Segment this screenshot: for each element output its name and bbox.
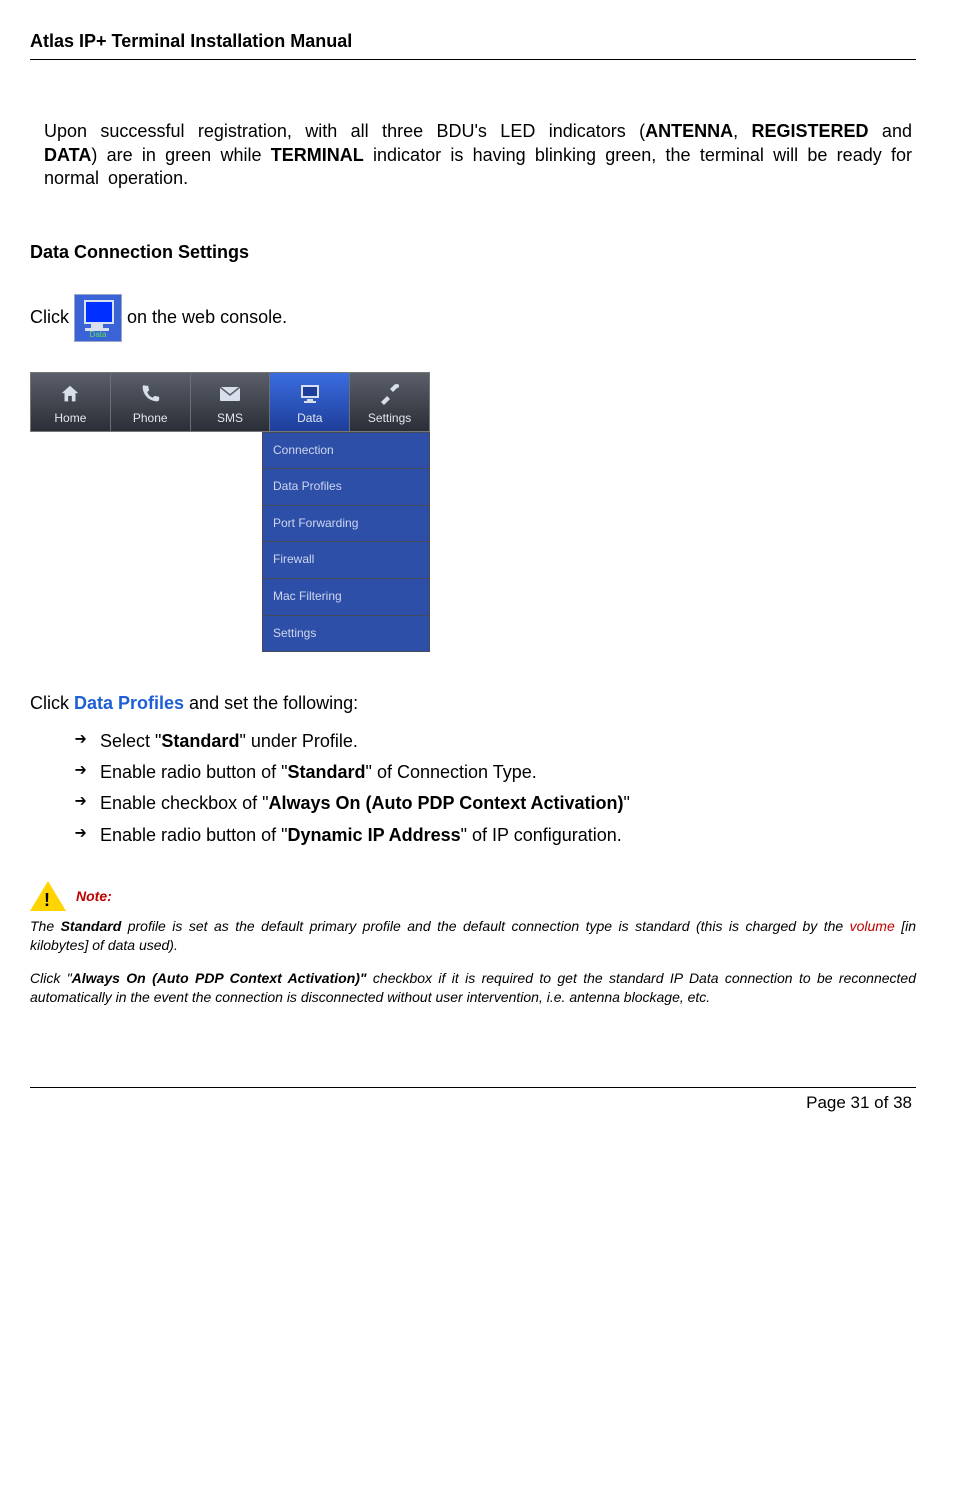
- dd-port-forwarding[interactable]: Port Forwarding: [262, 506, 430, 543]
- note-label: Note:: [76, 887, 112, 905]
- text: Upon successful registration, with all t…: [44, 121, 645, 141]
- section-heading: Data Connection Settings: [30, 241, 916, 264]
- header-rule: [30, 59, 916, 60]
- home-icon: [31, 379, 110, 409]
- dd-mac-filtering[interactable]: Mac Filtering: [262, 579, 430, 616]
- click-profiles-line: Click Data Profiles and set the followin…: [30, 692, 916, 715]
- data-dropdown: Connection Data Profiles Port Forwarding…: [262, 432, 430, 653]
- page-footer: Page 31 of 38: [30, 1092, 916, 1114]
- dd-firewall[interactable]: Firewall: [262, 542, 430, 579]
- warning-icon: [30, 881, 66, 911]
- text: Click ": [30, 970, 72, 986]
- nav-label: Data: [297, 411, 322, 425]
- bold: TERMINAL: [271, 145, 364, 165]
- text: Click: [30, 693, 74, 713]
- nav-label: Settings: [368, 411, 411, 425]
- data-profiles-link: Data Profiles: [74, 693, 184, 713]
- nav-label: Home: [54, 411, 86, 425]
- text: ": [624, 793, 630, 813]
- text: The: [30, 918, 61, 934]
- list-item: Select "Standard" under Profile.: [74, 726, 916, 757]
- dd-settings[interactable]: Settings: [262, 616, 430, 653]
- text: Enable checkbox of ": [100, 793, 269, 813]
- nav-phone[interactable]: Phone: [111, 373, 191, 431]
- web-console-screenshot: Home Phone SMS Data Settings: [30, 372, 430, 652]
- bold: REGISTERED: [752, 121, 869, 141]
- nav-data[interactable]: Data: [270, 373, 350, 431]
- text: " of Connection Type.: [366, 762, 537, 782]
- intro-paragraph: Upon successful registration, with all t…: [44, 120, 912, 190]
- nav-home[interactable]: Home: [31, 373, 111, 431]
- sms-icon: [191, 379, 270, 409]
- text: Enable radio button of ": [100, 825, 288, 845]
- nav-settings[interactable]: Settings: [350, 373, 429, 431]
- instruction-list: Select "Standard" under Profile. Enable …: [30, 726, 916, 852]
- text: Enable radio button of ": [100, 762, 288, 782]
- text: " under Profile.: [239, 731, 357, 751]
- list-item: Enable radio button of "Standard" of Con…: [74, 757, 916, 788]
- text: " of IP configuration.: [461, 825, 622, 845]
- text: on the web console.: [127, 307, 287, 327]
- data-icon: Data: [74, 294, 122, 342]
- nav-bar: Home Phone SMS Data Settings: [30, 372, 430, 432]
- dd-connection[interactable]: Connection: [262, 432, 430, 470]
- footer-rule: [30, 1087, 916, 1088]
- data-icon-label: Data: [75, 330, 121, 340]
- list-item: Enable radio button of "Dynamic IP Addre…: [74, 820, 916, 851]
- note-paragraph-2: Click "Always On (Auto PDP Context Activ…: [30, 969, 916, 1007]
- data-monitor-icon: [270, 379, 349, 409]
- text: ,: [733, 121, 751, 141]
- bold: DATA: [44, 145, 91, 165]
- doc-header-title: Atlas IP+ Terminal Installation Manual: [30, 30, 916, 53]
- bold: Dynamic IP Address: [288, 825, 461, 845]
- dd-data-profiles[interactable]: Data Profiles: [262, 469, 430, 506]
- nav-label: SMS: [217, 411, 243, 425]
- text: Click: [30, 307, 74, 327]
- text: Select ": [100, 731, 161, 751]
- bold: Always On (Auto PDP Context Activation)": [72, 970, 367, 986]
- text: and: [869, 121, 912, 141]
- nav-label: Phone: [133, 411, 168, 425]
- text: and set the following:: [184, 693, 358, 713]
- bold: Standard: [161, 731, 239, 751]
- phone-icon: [111, 379, 190, 409]
- text: profile is set as the default primary pr…: [121, 918, 849, 934]
- monitor-icon: [84, 300, 114, 324]
- settings-icon: [350, 379, 429, 409]
- note-paragraph-1: The Standard profile is set as the defau…: [30, 917, 916, 955]
- click-data-line: Click Data on the web console.: [30, 294, 916, 342]
- nav-sms[interactable]: SMS: [191, 373, 271, 431]
- list-item: Enable checkbox of "Always On (Auto PDP …: [74, 788, 916, 819]
- note-header: Note:: [30, 881, 916, 911]
- bold: Standard: [61, 918, 122, 934]
- bold: ANTENNA: [645, 121, 733, 141]
- volume-red: volume: [850, 918, 895, 934]
- bold: Standard: [288, 762, 366, 782]
- text: ) are in green while: [91, 145, 270, 165]
- bold: Always On (Auto PDP Context Activation): [269, 793, 624, 813]
